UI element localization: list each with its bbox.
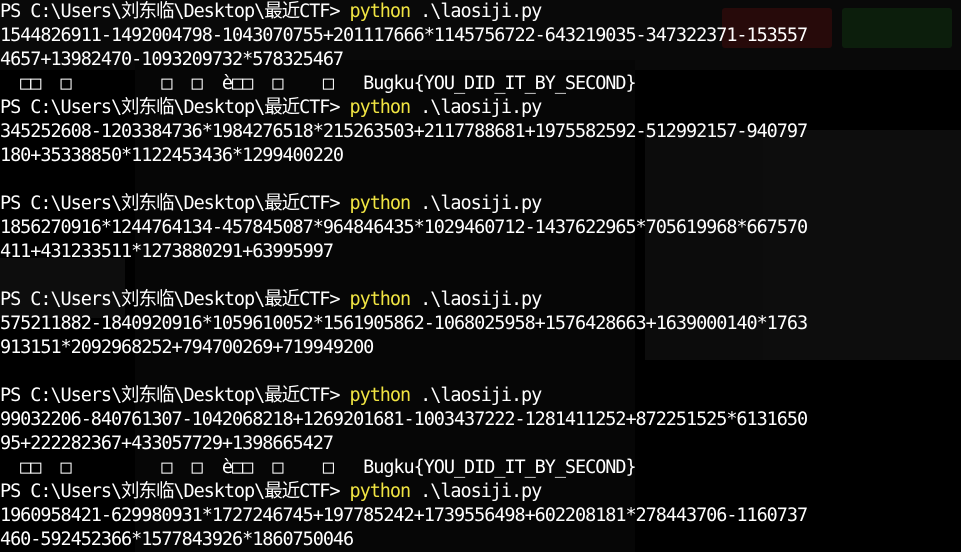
command-name: python [349, 1, 412, 22]
expression-line: 180+35338850*1122453436*1299400220 [0, 144, 961, 168]
expression-text: 1856270916*1244764134-457845087*96484643… [0, 217, 808, 238]
flag-text: Bugku{YOU_DID_IT_BY_SECOND} [363, 73, 636, 94]
prompt-path: PS C:\Users\刘东临\Desktop\最近CTF> [0, 193, 341, 214]
expression-text: 99032206-840761307-1042068218+1269201681… [0, 409, 808, 430]
expression-text: 4657+13982470-1093209732*578325467 [0, 49, 344, 70]
command-name: python [349, 289, 412, 310]
expression-line: 460-592452366*1577843926*1860750046 [0, 528, 961, 552]
prompt-path: PS C:\Users\刘东临\Desktop\最近CTF> [0, 97, 341, 118]
expression-line: 95+222282367+433057729+1398665427 [0, 432, 961, 456]
prompt-line: PS C:\Users\刘东临\Desktop\最近CTF> python .\… [0, 384, 961, 408]
prompt-line: PS C:\Users\刘东临\Desktop\最近CTF> python .\… [0, 480, 961, 504]
command-name: python [349, 385, 412, 406]
command-name: python [349, 193, 412, 214]
expression-line: 913151*2092968252+794700269+719949200 [0, 336, 961, 360]
command-name: python [349, 97, 412, 118]
expression-text: 180+35338850*1122453436*1299400220 [0, 145, 344, 166]
expression-text: 913151*2092968252+794700269+719949200 [0, 337, 374, 358]
command-args: .\laosiji.py [420, 481, 542, 502]
expression-text: 460-592452366*1577843926*1860750046 [0, 529, 354, 550]
expression-line: 411+431233511*1273880291+63995997 [0, 240, 961, 264]
expression-line: 4657+13982470-1093209732*578325467 [0, 48, 961, 72]
prompt-line: PS C:\Users\刘东临\Desktop\最近CTF> python .\… [0, 288, 961, 312]
flag-line: □□ □ □ □ è□□ □ □ Bugku{YOU_DID_IT_BY_SEC… [0, 72, 961, 96]
expression-text: 95+222282367+433057729+1398665427 [0, 433, 334, 454]
powershell-terminal[interactable]: PS C:\Users\刘东临\Desktop\最近CTF> python .\… [0, 0, 961, 552]
prompt-path: PS C:\Users\刘东临\Desktop\最近CTF> [0, 1, 341, 22]
command-args: .\laosiji.py [420, 289, 542, 310]
expression-line: 1856270916*1244764134-457845087*96484643… [0, 216, 961, 240]
command-args: .\laosiji.py [420, 97, 542, 118]
garbled-output: □□ □ □ □ è□□ □ □ [0, 73, 364, 94]
expression-text: 1960958421-629980931*1727246745+19778524… [0, 505, 808, 526]
expression-line: 575211882-1840920916*1059610052*15619058… [0, 312, 961, 336]
command-args: .\laosiji.py [420, 385, 542, 406]
expression-line: 1544826911-1492004798-1043070755+2011176… [0, 24, 961, 48]
expression-text: 1544826911-1492004798-1043070755+2011176… [0, 25, 808, 46]
command-name: python [349, 481, 412, 502]
expression-text: 345252608-1203384736*1984276518*21526350… [0, 121, 808, 142]
expression-text: 411+431233511*1273880291+63995997 [0, 241, 334, 262]
garbled-output: □□ □ □ □ è□□ □ □ [0, 457, 364, 478]
expression-line: 1960958421-629980931*1727246745+19778524… [0, 504, 961, 528]
flag-line: □□ □ □ □ è□□ □ □ Bugku{YOU_DID_IT_BY_SEC… [0, 456, 961, 480]
expression-text: 575211882-1840920916*1059610052*15619058… [0, 313, 808, 334]
prompt-line: PS C:\Users\刘东临\Desktop\最近CTF> python .\… [0, 0, 961, 24]
expression-line: 99032206-840761307-1042068218+1269201681… [0, 408, 961, 432]
prompt-path: PS C:\Users\刘东临\Desktop\最近CTF> [0, 385, 341, 406]
prompt-path: PS C:\Users\刘东临\Desktop\最近CTF> [0, 289, 341, 310]
command-args: .\laosiji.py [420, 1, 542, 22]
command-args: .\laosiji.py [420, 193, 542, 214]
prompt-line: PS C:\Users\刘东临\Desktop\最近CTF> python .\… [0, 96, 961, 120]
expression-line: 345252608-1203384736*1984276518*21526350… [0, 120, 961, 144]
prompt-line: PS C:\Users\刘东临\Desktop\最近CTF> python .\… [0, 192, 961, 216]
flag-text: Bugku{YOU_DID_IT_BY_SECOND} [363, 457, 636, 478]
terminal-output: PS C:\Users\刘东临\Desktop\最近CTF> python .\… [0, 0, 961, 552]
prompt-path: PS C:\Users\刘东临\Desktop\最近CTF> [0, 481, 341, 502]
